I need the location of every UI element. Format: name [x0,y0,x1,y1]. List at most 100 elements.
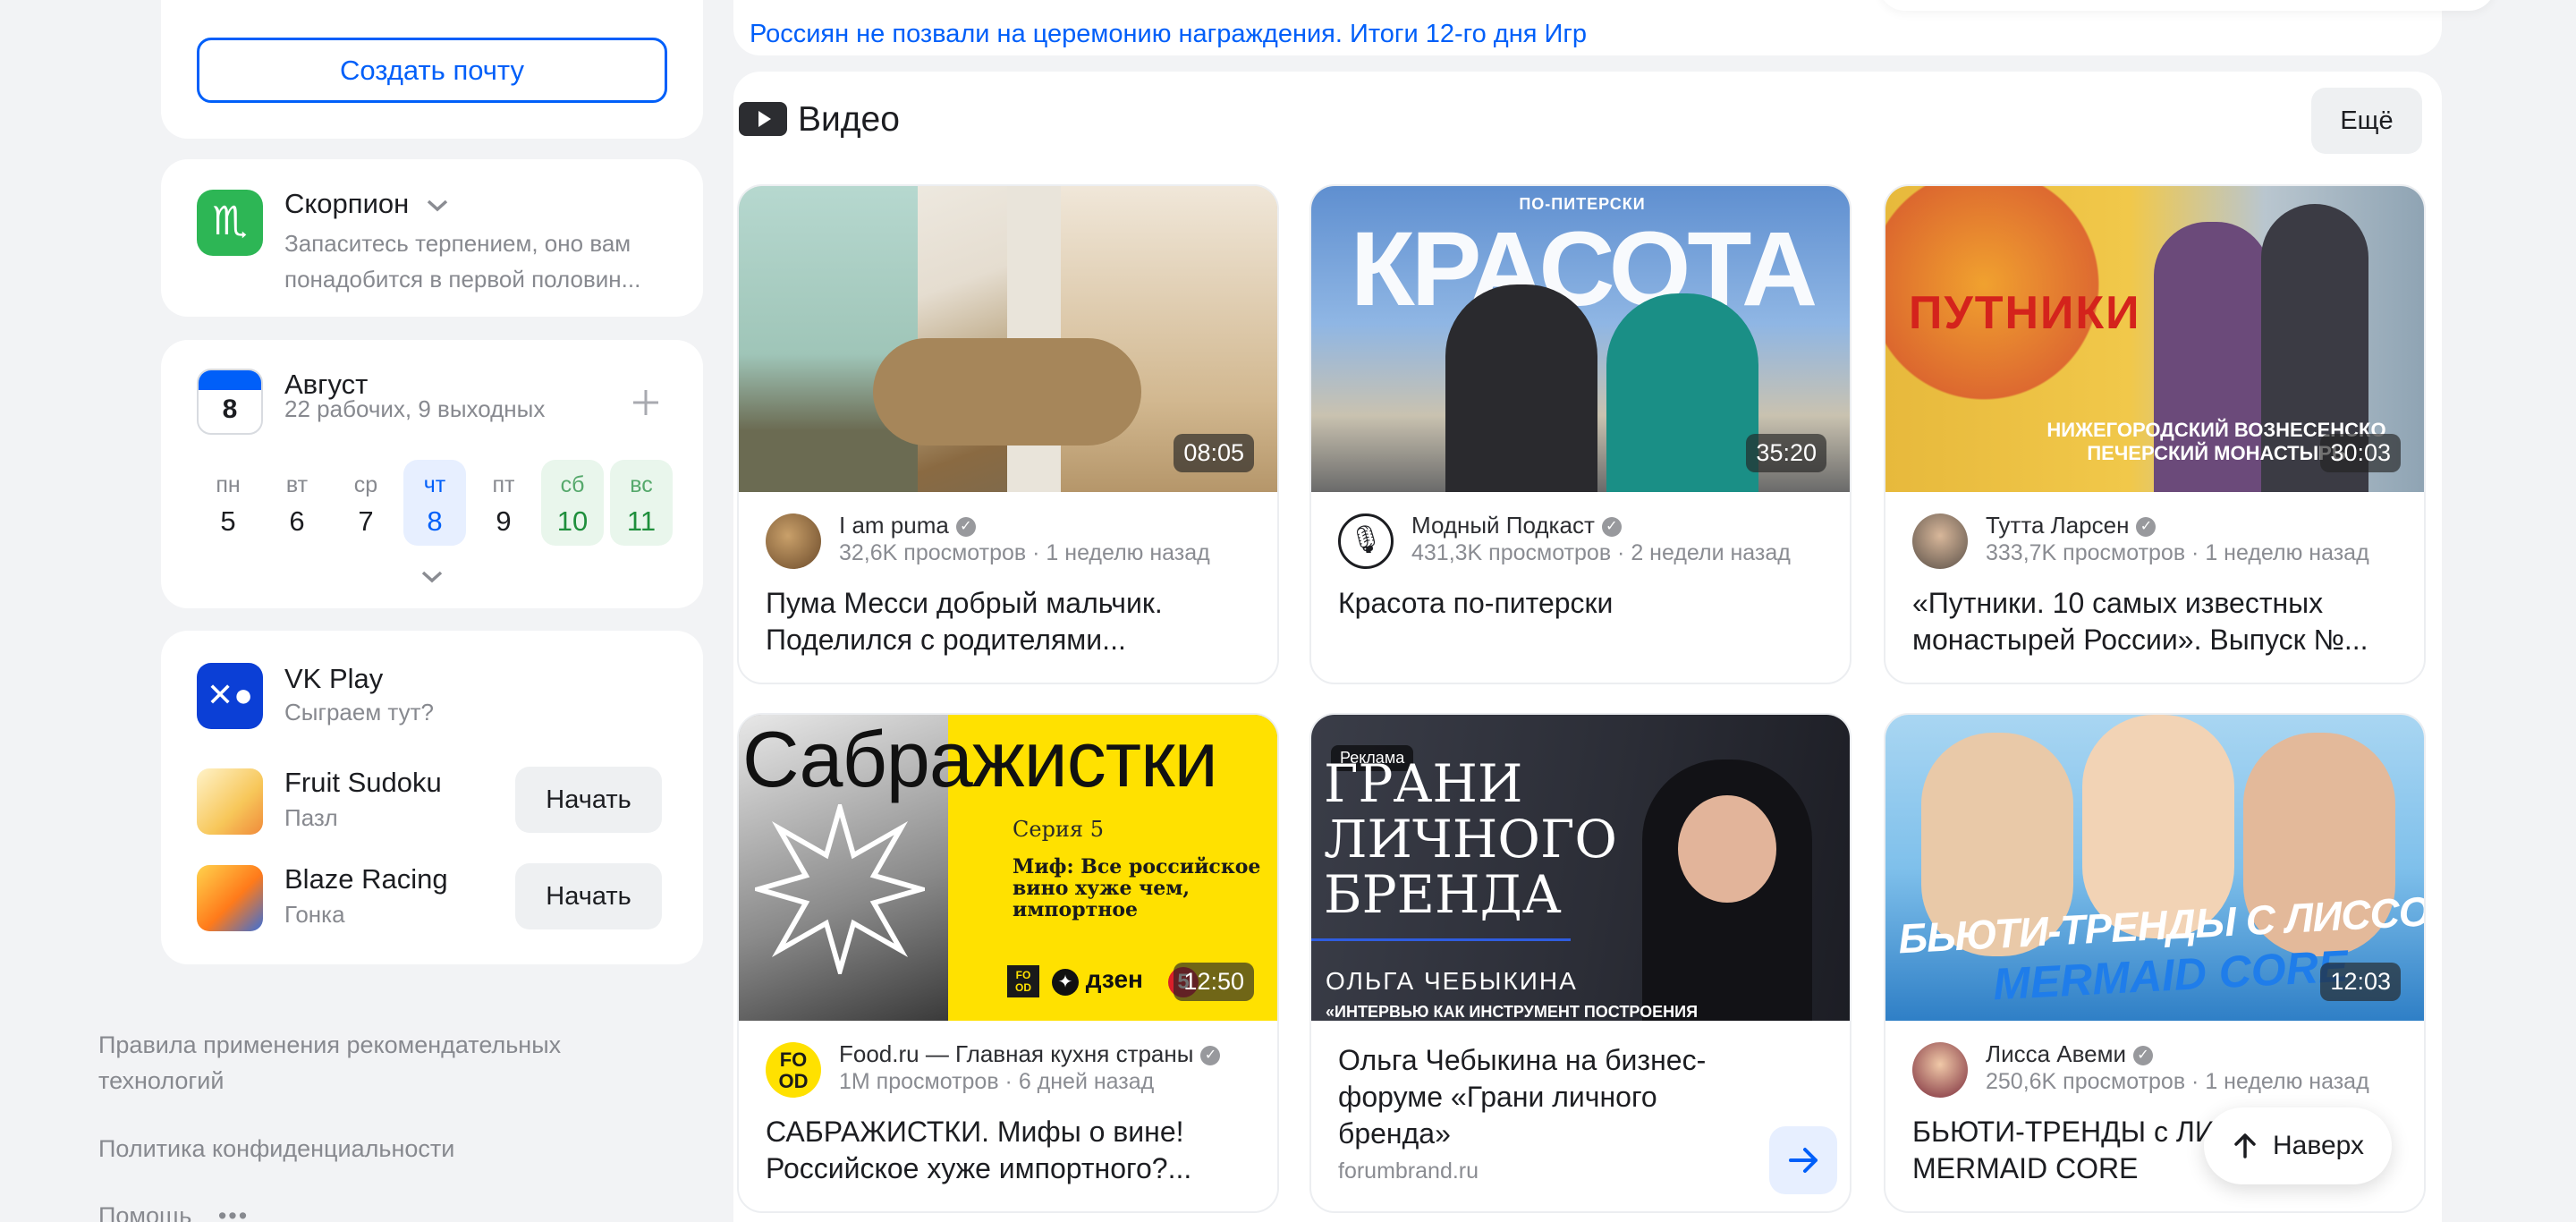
calendar-day-чт[interactable]: чт 8 [403,460,466,546]
create-mail-button[interactable]: Создать почту [197,38,667,103]
dzen-star-icon: ✦ [1052,969,1079,996]
verified-icon: ✓ [955,517,976,538]
arrow-up-icon [2234,1133,2256,1158]
ad-domain: forumbrand.ru [1338,1158,1479,1184]
star-shape-icon [755,804,925,974]
video-duration: 08:05 [1174,434,1254,472]
thumb-series: Серия 5 [1013,817,1104,842]
video-title[interactable]: «Путники. 10 самых известных монастырей … [1912,585,2402,658]
calendar-day-пн[interactable]: пн 5 [197,460,259,546]
vkplay-subtitle: Сыграем тут? [284,699,434,726]
video-card[interactable]: 08:05 I am puma ✓ 32,6K просмотров · 1 не… [737,184,1279,684]
game-blaze-racing[interactable]: Blaze Racing Гонка Начать [197,863,667,937]
create-mail-card: Создать почту [161,0,703,139]
day-name: вс [630,472,653,497]
blaze-racing-icon [197,865,263,931]
calendar-day-ср[interactable]: ср 7 [335,460,397,546]
channel-avatar: 🎙 [1338,513,1394,569]
ad-title[interactable]: Ольга Чебыкина на бизнес-форуме «Грани л… [1338,1042,1758,1152]
news-link[interactable]: Россиян не позвали на церемонию награжде… [750,20,1587,49]
channel-name-label: Лисса Авеми [1986,1040,2126,1067]
video-duration: 12:50 [1174,963,1254,1001]
video-thumbnail-krasota: ПО-ПИТЕРСКИ КРАСОТА 35:20 [1311,186,1850,492]
horoscope-card[interactable]: ♏ Скорпион Запаситесь терпением, оно вам… [161,159,703,317]
day-name: вт [285,472,309,497]
scroll-up-button[interactable]: Наверх [2204,1107,2392,1184]
game-name: Blaze Racing [284,863,448,895]
day-name: ср [353,472,378,497]
thumb-big-text: ПУТНИКИ [1909,287,2141,339]
game-name: Fruit Sudoku [284,767,442,798]
day-number: 5 [220,505,236,537]
right-panel-stub [1878,0,2496,11]
more-dots-icon[interactable]: ••• [218,1202,249,1222]
video-duration: 35:20 [1746,434,1826,472]
calendar-day-вт[interactable]: вт 6 [266,460,328,546]
recommendation-rules-link[interactable]: Правила применения рекомендательных техн… [98,1027,599,1099]
channel-name[interactable]: Лисса Авеми ✓ [1986,1040,2153,1068]
video-thumbnail-sabrazhistki: Сабражистки Серия 5 Миф: Все российское … [739,715,1277,1021]
channel-name[interactable]: Food.ru — Главная кухня страны ✓ [839,1040,1221,1068]
video-stats: 431,3K просмотров · 2 недели назад [1411,540,1791,565]
calendar-day-number: 8 [222,395,238,424]
scorpio-icon: ♏ [197,190,263,256]
video-title[interactable]: Красота по-питерски [1338,585,1828,622]
video-title[interactable]: САБРАЖИСТКИ. Мифы о вине! Российское хуж… [766,1114,1256,1187]
day-number: 6 [289,505,305,537]
video-card[interactable]: Сабражистки Серия 5 Миф: Все российское … [737,713,1279,1213]
video-duration: 30:03 [2320,434,2401,472]
calendar-day-сб[interactable]: сб 10 [541,460,604,546]
channel-name-label: I am puma [839,512,949,539]
verified-icon: ✓ [2133,1046,2153,1066]
more-videos-button[interactable]: Ещё [2311,88,2422,154]
horoscope-text: Запаситесь терпением, оно вам понадобитс… [284,230,641,293]
dzen-label: дзен [1085,965,1143,993]
day-name: сб [560,472,585,497]
thumb-big-text: Сабражистки [742,715,1218,803]
ad-card[interactable]: Реклама ГРАНИ ЛИЧНОГО БРЕНДА ОЛЬГА ЧЕБЫК… [1309,713,1852,1213]
calendar-card: 8 Август 22 рабочих, 9 выходных пн 5 вт 6 ср… [161,340,703,608]
game-genre: Пазл [284,804,338,831]
day-name: чт [423,472,446,497]
channel-avatar [1912,1042,1968,1098]
channel-name-label: Food.ru — Главная кухня страны [839,1040,1194,1067]
dzen-logo: ✦ дзен [1052,965,1143,997]
help-link[interactable]: Помощь [98,1202,191,1222]
chevron-down-icon[interactable] [419,569,445,585]
calendar-day-вс[interactable]: вс 11 [610,460,673,546]
chevron-down-icon[interactable] [426,199,449,213]
video-thumbnail-putniki: ПУТНИКИ НИЖЕГОРОДСКИЙ ВОЗНЕСЕНСКО ПЕЧЕРС… [1885,186,2424,492]
ad-arrow-button[interactable] [1769,1126,1837,1194]
channel-name[interactable]: I am puma ✓ [839,512,976,539]
horoscope-sign: Скорпион [284,188,449,220]
video-thumbnail-beauty: БЬЮТИ-ТРЕНДЫ С ЛИССОЙ #10 MERMAID CORE 1… [1885,715,2424,1021]
video-card[interactable]: ПУТНИКИ НИЖЕГОРОДСКИЙ ВОЗНЕСЕНСКО ПЕЧЕРС… [1884,184,2426,684]
food-logo-icon: FO OD [1007,965,1039,997]
start-button[interactable]: Начать [515,863,662,929]
thumb-big-text: ГРАНИ ЛИЧНОГО БРЕНДА [1324,753,1617,925]
plus-icon[interactable] [630,386,662,419]
calendar-day-пт[interactable]: пт 9 [472,460,535,546]
video-card[interactable]: ПО-ПИТЕРСКИ КРАСОТА 35:20 🎙 Модный Подка… [1309,184,1852,684]
day-number: 8 [427,505,443,537]
privacy-policy-link[interactable]: Политика конфиденциальности [98,1131,454,1167]
channel-name[interactable]: Тутта Ларсен ✓ [1986,512,2157,539]
day-number: 10 [556,505,589,537]
verified-icon: ✓ [1200,1046,1221,1066]
start-button[interactable]: Начать [515,767,662,833]
channel-avatar [1912,513,1968,569]
vkplay-logo-icon: ✕● [197,663,263,729]
game-fruit-sudoku[interactable]: Fruit Sudoku Пазл Начать [197,767,667,838]
calendar-date-icon: 8 [197,369,263,435]
video-title[interactable]: Пума Месси добрый мальчик. Поделился с р… [766,585,1256,658]
channel-name-label: Модный Подкаст [1411,512,1595,539]
game-genre: Гонка [284,901,345,928]
thumb-sub-text: «ИНТЕРВЬЮ КАК ИНСТРУМЕНТ ПОСТРОЕНИЯ [1326,1003,1699,1021]
verified-icon: ✓ [1601,517,1622,538]
video-thumbnail-puma: 08:05 [739,186,1277,492]
video-section-title: Видео [798,100,900,139]
calendar-subtitle: 22 рабочих, 9 выходных [284,395,546,422]
channel-name[interactable]: Модный Подкаст ✓ [1411,512,1622,539]
video-stats: 333,7K просмотров · 1 неделю назад [1986,540,2369,565]
page: Создать почту ♏ Скорпион Запаситесь терп… [0,0,2576,1222]
